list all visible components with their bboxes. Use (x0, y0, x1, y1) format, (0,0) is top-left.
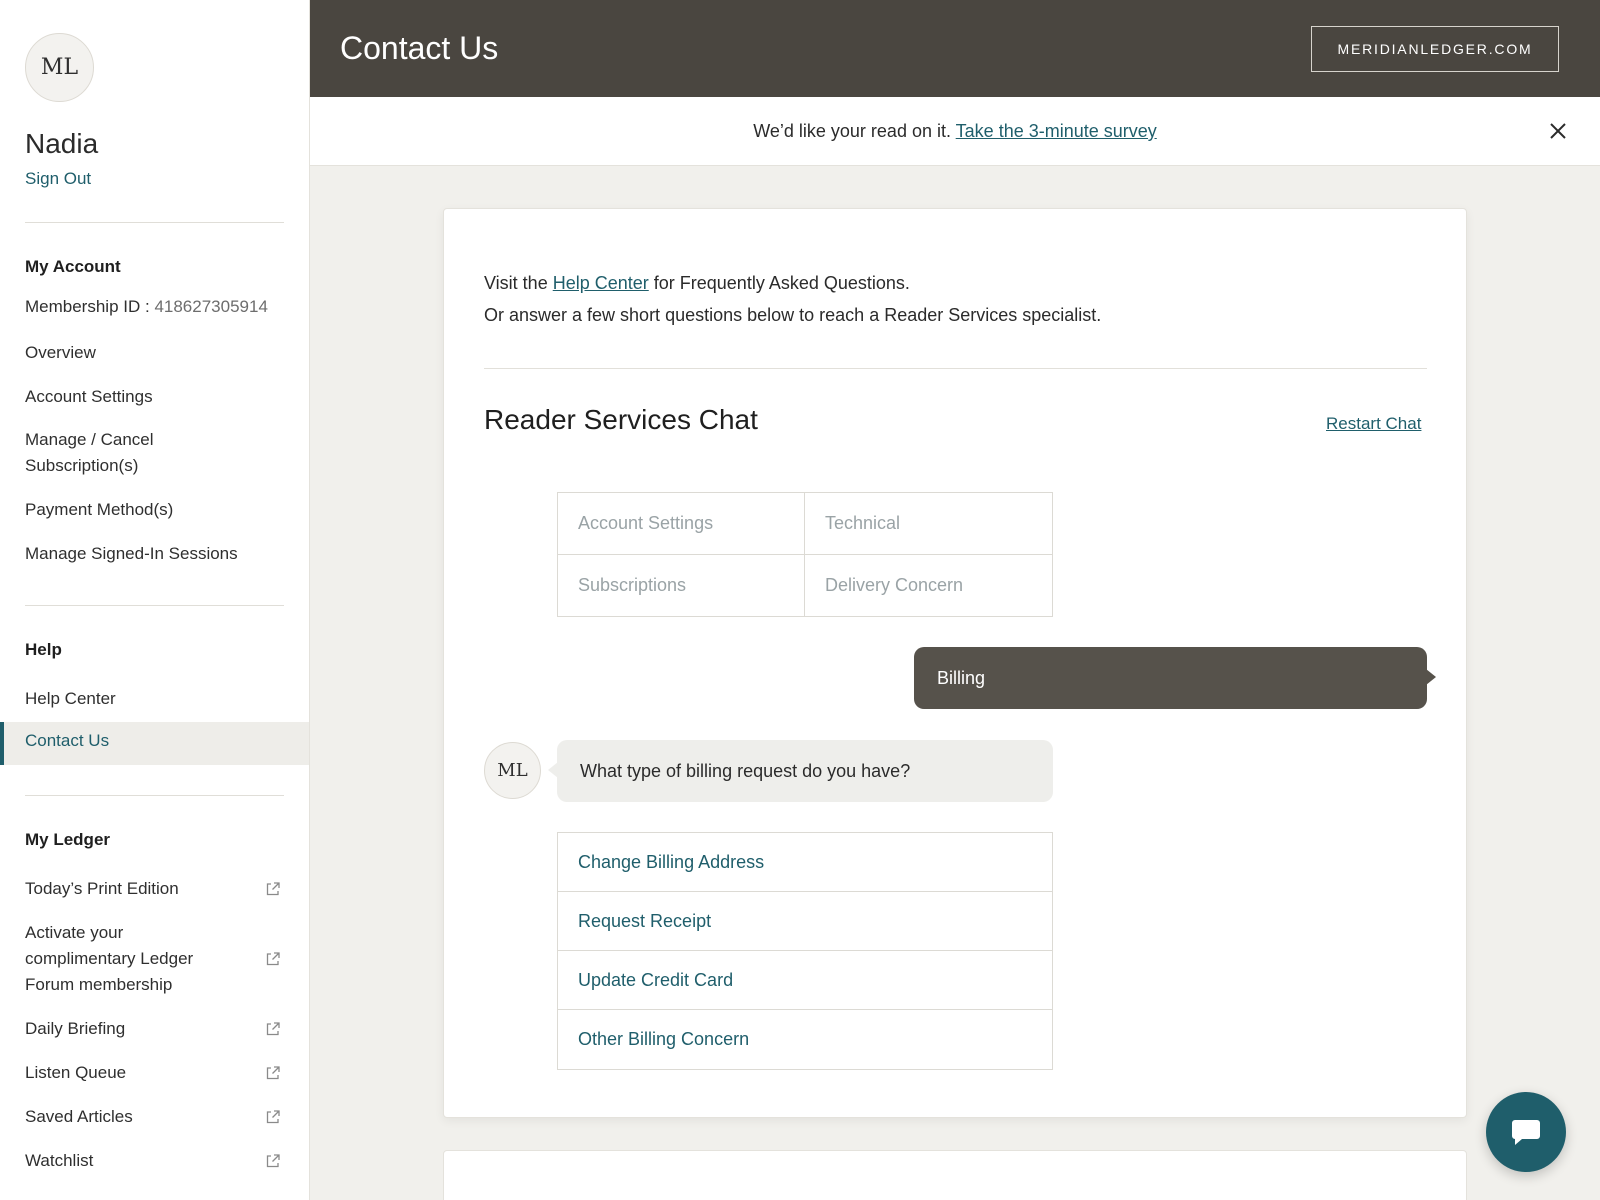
sidebar-item-overview[interactable]: Overview (25, 340, 96, 366)
topic-option: Account Settings (558, 493, 805, 555)
sidebar-item-help-center[interactable]: Help Center (25, 686, 116, 712)
page-title: Contact Us (340, 30, 499, 66)
option-request-receipt[interactable]: Request Receipt (558, 892, 1052, 951)
chat-bubble-icon (1512, 1120, 1540, 1145)
survey-link[interactable]: Take the 3-minute survey (956, 121, 1157, 141)
sidebar-item-payment-methods[interactable]: Payment Method(s) (25, 497, 173, 523)
external-link-icon (266, 1154, 280, 1168)
restart-chat-link[interactable]: Restart Chat (1326, 414, 1421, 434)
contact-card: Visit the Help Center for Frequently Ask… (443, 208, 1467, 1118)
bot-message-bubble: What type of billing request do you have… (548, 740, 1053, 802)
survey-message: We’d like your read on it. (753, 121, 956, 141)
page-header: Contact Us MERIDIANLEDGER.COM (310, 0, 1600, 97)
sidebar-item-listen-queue[interactable]: Listen Queue (25, 1060, 126, 1086)
topic-option: Subscriptions (558, 554, 805, 616)
topic-option: Technical (805, 493, 1052, 555)
membership-id-value: 418627305914 (154, 297, 268, 316)
sidebar-item-signed-in-sessions[interactable]: Manage Signed-In Sessions (25, 541, 238, 567)
membership-label: Membership ID : (25, 297, 155, 316)
sidebar-divider (25, 605, 284, 606)
sidebar-item-label: Contact Us (25, 731, 110, 750)
topic-grid: Account Settings Technical Subscriptions… (557, 492, 1053, 617)
option-change-billing-address[interactable]: Change Billing Address (558, 833, 1052, 892)
external-link-icon (266, 1022, 280, 1036)
sidebar-item-print-edition[interactable]: Today’s Print Edition (25, 876, 179, 902)
intro-suffix: for Frequently Asked Questions. (648, 273, 910, 293)
avatar: ML (25, 33, 94, 102)
sidebar-divider (25, 795, 284, 796)
section-title-my-account: My Account (25, 257, 121, 276)
survey-text: We’d like your read on it. Take the 3-mi… (310, 121, 1600, 142)
sidebar-divider (25, 222, 284, 223)
option-update-credit-card[interactable]: Update Credit Card (558, 951, 1052, 1010)
chat-title: Reader Services Chat (484, 404, 758, 435)
external-link-icon (266, 1066, 280, 1080)
membership-id: Membership ID : 418627305914 (25, 294, 268, 320)
sidebar-item-contact-us[interactable]: Contact Us (0, 722, 309, 765)
topic-option: Delivery Concern (825, 574, 964, 595)
intro-prefix: Visit the (484, 273, 553, 293)
external-link-icon (266, 1110, 280, 1124)
sidebar: ML Nadia Sign Out My Account Membership … (0, 0, 310, 1200)
sidebar-item-saved-articles[interactable]: Saved Articles (25, 1104, 133, 1130)
external-link-icon (266, 882, 280, 896)
section-title-my-ledger: My Ledger (25, 830, 111, 849)
user-message-bubble: Billing (914, 647, 1436, 709)
sidebar-item-daily-briefing[interactable]: Daily Briefing (25, 1016, 125, 1042)
external-link-icon (266, 952, 280, 966)
sidebar-item-manage-subscriptions[interactable]: Manage / Cancel Subscription(s) (25, 427, 205, 479)
help-center-link[interactable]: Help Center (553, 273, 649, 293)
user-name: Nadia (25, 128, 99, 159)
chat-launcher-button[interactable] (1486, 1092, 1566, 1172)
sign-out-link[interactable]: Sign Out (25, 169, 91, 189)
intro-text: Visit the Help Center for Frequently Ask… (484, 267, 1101, 331)
close-icon[interactable] (1549, 122, 1567, 140)
billing-options: Change Billing Address Request Receipt U… (557, 832, 1053, 1070)
section-title-help: Help (25, 640, 62, 659)
sidebar-item-account-settings[interactable]: Account Settings (25, 384, 153, 410)
intro-line-1: Visit the Help Center for Frequently Ask… (484, 267, 1101, 299)
site-link-button[interactable]: MERIDIANLEDGER.COM (1311, 26, 1559, 72)
bot-avatar: ML (484, 742, 541, 799)
sidebar-item-forum-membership[interactable]: Activate your complimentary Ledger Forum… (25, 920, 225, 998)
intro-line-2: Or answer a few short questions below to… (484, 305, 1102, 325)
option-other-billing-concern[interactable]: Other Billing Concern (558, 1010, 1052, 1069)
survey-banner: We’d like your read on it. Take the 3-mi… (310, 97, 1600, 166)
sidebar-item-watchlist[interactable]: Watchlist (25, 1148, 93, 1174)
card-divider (484, 368, 1427, 369)
secondary-card (443, 1150, 1467, 1200)
